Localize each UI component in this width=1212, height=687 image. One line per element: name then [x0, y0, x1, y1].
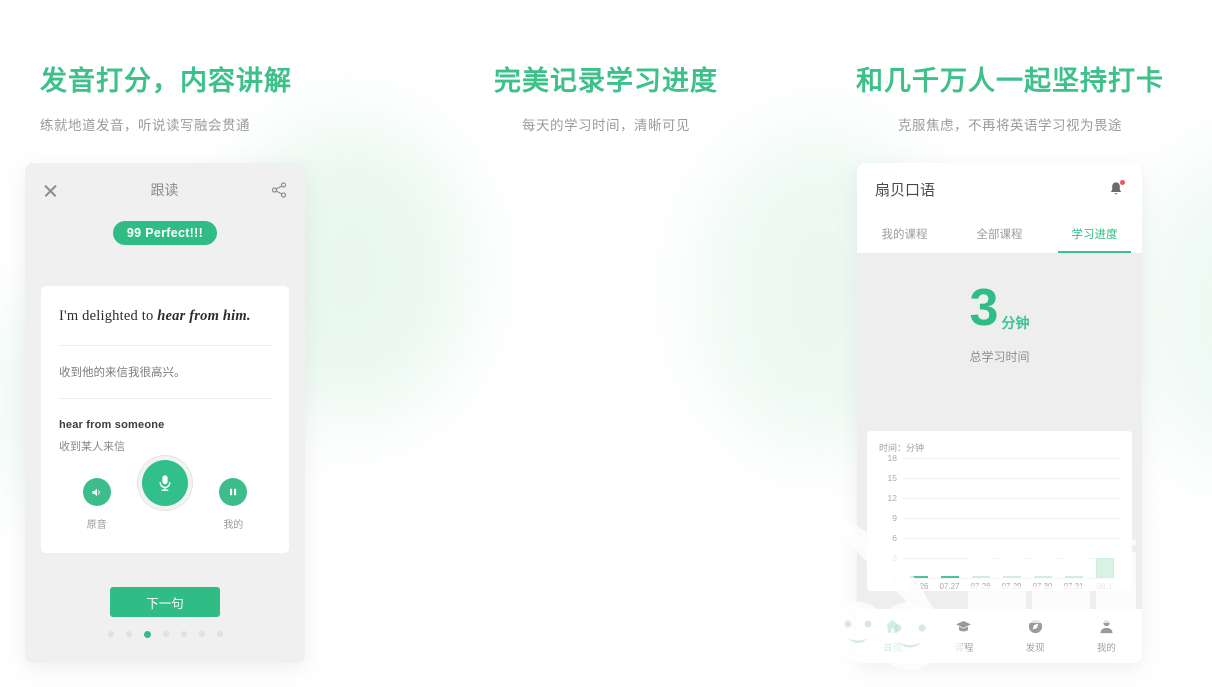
- my-recording-label: 我的: [223, 520, 244, 531]
- pagination-dot[interactable]: [125, 631, 132, 637]
- pagination-dot-active[interactable]: [143, 631, 151, 638]
- playback-controls: 原音 录音: [41, 460, 289, 531]
- feature-column-1: 发音打分，内容讲解 练就地道发音，听说读写融会贯通 跟读 99 Perfect!…: [0, 0, 404, 687]
- feature-column-3: 和几千万人一起坚持打卡 克服焦虑，不再将英语学习视为畏途 返回 打卡日历: [808, 0, 1212, 687]
- next-sentence-button[interactable]: 下一句: [110, 587, 220, 617]
- pagination-dot[interactable]: [216, 631, 223, 637]
- translation-text: 收到他的来信我很高兴。: [59, 367, 186, 379]
- column-3-subline: 克服焦虑，不再将英语学习视为畏途: [898, 118, 1122, 134]
- phrase-chinese: 收到某人来信: [59, 441, 125, 453]
- page-root: 发音打分，内容讲解 练就地道发音，听说读写融会贯通 跟读 99 Perfect!…: [0, 0, 1212, 687]
- column-1-headline: 发音打分，内容讲解: [40, 66, 292, 96]
- sentence-plain: I'm delighted to: [59, 308, 158, 324]
- pagination-dot[interactable]: [162, 631, 169, 637]
- phone-screenshot-follow-read: 跟读 99 Perfect!!! I'm delighted to hear f…: [25, 163, 305, 663]
- status-badge: 99 Perfect!!!: [112, 221, 218, 245]
- score-badge-wrap: 99 Perfect!!!: [25, 221, 305, 245]
- sentence-text: I'm delighted to hear from him.: [59, 286, 271, 345]
- feature-column-2: 完美记录学习进度 每天的学习时间，清晰可见 扇贝口语 我的课程 全部课程 学习进…: [404, 0, 1142, 687]
- share-icon[interactable]: [271, 182, 287, 198]
- pagination-dots: [25, 631, 305, 638]
- pagination-dot[interactable]: [198, 631, 205, 637]
- microphone-icon[interactable]: [141, 460, 188, 506]
- column-2-subline: 每天的学习时间，清晰可见: [522, 118, 690, 134]
- column-1-subline: 练就地道发音，听说读写融会贯通: [40, 118, 250, 134]
- phrase-block: hear from someone 收到某人来信: [59, 399, 271, 454]
- original-audio-label: 原音: [86, 520, 107, 531]
- my-recording-control[interactable]: 我的: [219, 478, 248, 531]
- column-2-headline: 完美记录学习进度: [494, 66, 718, 96]
- speaker-icon[interactable]: [82, 478, 111, 506]
- pagination-dot[interactable]: [107, 631, 114, 637]
- phone1-title: 跟读: [150, 182, 179, 198]
- sentence-emphasis: hear from him.: [157, 308, 251, 324]
- original-audio-control[interactable]: 原音: [82, 478, 111, 531]
- pagination-dot[interactable]: [180, 631, 187, 637]
- phone1-topbar: 跟读: [25, 163, 305, 217]
- record-control[interactable]: 录音: [141, 460, 188, 531]
- phrase-english: hear from someone: [59, 419, 165, 431]
- sentence-card: I'm delighted to hear from him. 收到他的来信我很…: [41, 286, 289, 553]
- column-3-headline: 和几千万人一起坚持打卡: [856, 66, 1164, 96]
- close-icon[interactable]: [43, 183, 58, 198]
- pause-icon[interactable]: [219, 478, 248, 506]
